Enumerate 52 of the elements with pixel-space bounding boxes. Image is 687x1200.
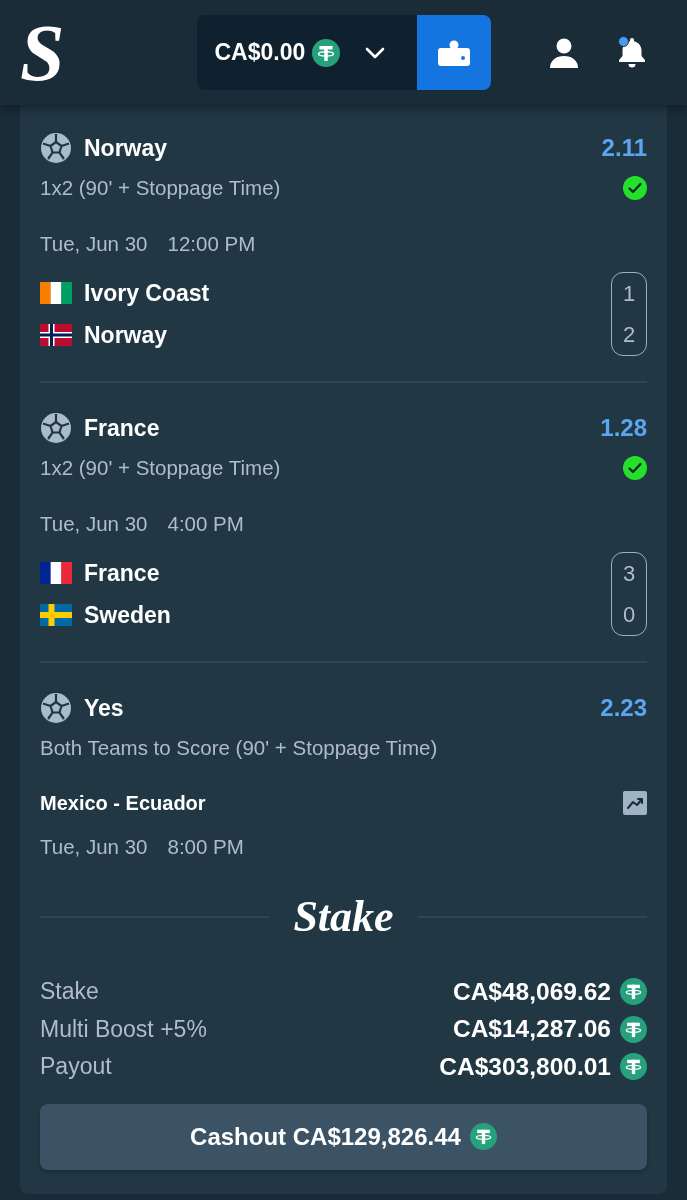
tether-icon (312, 38, 341, 67)
summary-value: CA$48,069.62 (453, 977, 611, 1006)
date-text: Tue, Jun 30 (40, 835, 148, 859)
team-name: Ivory Coast (84, 279, 210, 307)
odds-text: 1.28 (600, 414, 647, 442)
brand-logo: Stake (293, 895, 394, 939)
cashout-button[interactable]: Cashout CA$129,826.44 (40, 1103, 647, 1170)
tether-icon (620, 1053, 647, 1081)
flag-icon (40, 562, 72, 584)
site-logo[interactable]: S (20, 12, 65, 93)
time-text: 12:00 PM (167, 232, 256, 256)
wallet-icon (437, 39, 470, 66)
balance-dropdown[interactable]: CA$0.00 (196, 15, 417, 90)
date-text: Tue, Jun 30 (40, 512, 148, 536)
selection-title: Norway (84, 134, 168, 162)
user-icon[interactable] (549, 37, 579, 68)
odds-text: 2.11 (601, 134, 647, 162)
date-text: Tue, Jun 30 (40, 232, 148, 256)
tether-icon (469, 1123, 497, 1150)
soccer-ball-icon (40, 412, 72, 444)
score-text: 2 (622, 321, 636, 348)
time-text: 8:00 PM (167, 835, 244, 859)
score-text: 3 (622, 560, 636, 587)
summary-value: CA$14,287.06 (453, 1015, 611, 1044)
bell-icon[interactable] (617, 36, 647, 69)
flag-icon (40, 282, 72, 304)
flag-icon (40, 604, 72, 626)
market-text: 1x2 (90' + Stoppage Time) (40, 456, 281, 480)
summary-label: Payout (40, 1053, 112, 1081)
score-text: 1 (622, 280, 636, 307)
chevron-down-icon (365, 46, 386, 59)
soccer-ball-icon (40, 692, 72, 724)
selection-title: Yes (84, 694, 124, 722)
selection-title: France (84, 414, 160, 442)
tether-icon (620, 978, 647, 1006)
wallet-button[interactable] (416, 15, 491, 90)
summary-label: Stake (40, 978, 99, 1006)
odds-text: 2.23 (600, 694, 647, 722)
tether-icon (620, 1015, 647, 1043)
team-name: Norway (84, 321, 168, 349)
summary-label: Multi Boost +5% (40, 1015, 207, 1043)
event-text: Mexico - Ecuador (40, 791, 206, 815)
soccer-ball-icon (40, 132, 72, 164)
market-text: 1x2 (90' + Stoppage Time) (40, 176, 281, 200)
team-name: Sweden (84, 601, 171, 629)
team-name: France (84, 559, 160, 587)
market-text: Both Teams to Score (90' + Stoppage Time) (40, 736, 438, 760)
time-text: 4:00 PM (167, 512, 244, 536)
flag-icon (40, 324, 72, 346)
chart-icon[interactable] (623, 791, 647, 815)
score-text: 0 (622, 601, 636, 628)
summary-value: CA$303,800.01 (439, 1052, 611, 1081)
